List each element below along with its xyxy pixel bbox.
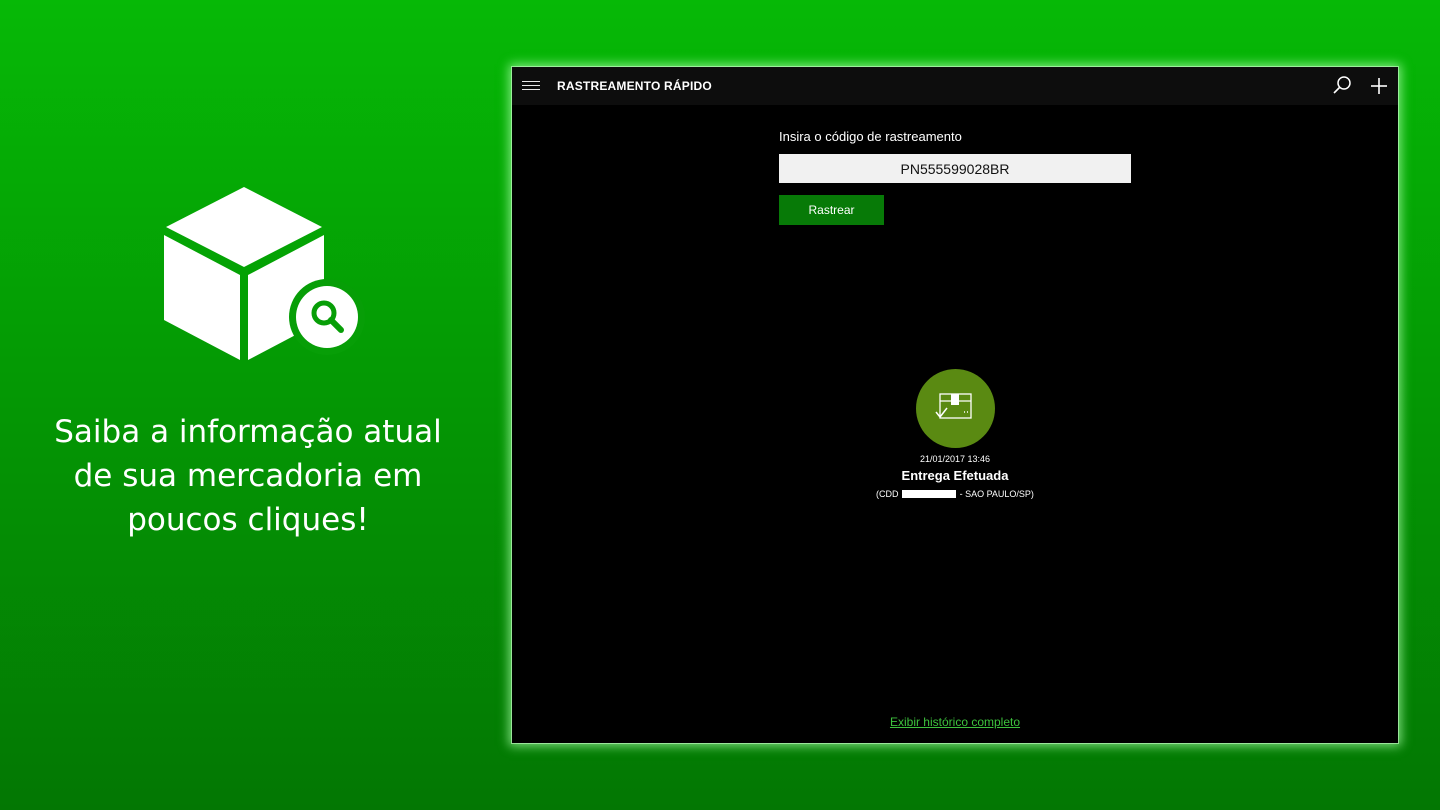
hamburger-menu-icon[interactable]: [522, 78, 540, 94]
status-circle: [916, 369, 995, 448]
tracking-code-input[interactable]: [779, 154, 1131, 183]
location-prefix: (CDD: [876, 489, 899, 499]
package-delivered-icon: [935, 393, 972, 419]
app-window: RASTREAMENTO RÁPIDO Insira o código de r…: [511, 66, 1399, 744]
package-search-icon: [160, 185, 370, 365]
tracking-code-label: Insira o código de rastreamento: [779, 129, 962, 144]
location-suffix: - SAO PAULO/SP): [959, 489, 1034, 499]
full-history-link[interactable]: Exibir histórico completo: [855, 715, 1055, 729]
plus-icon[interactable]: [1368, 75, 1390, 97]
title-bar: RASTREAMENTO RÁPIDO: [512, 67, 1398, 105]
promo-headline: Saiba a informação atual de sua mercador…: [54, 414, 442, 538]
status-location: (CDD - SAO PAULO/SP): [855, 489, 1055, 499]
app-title: RASTREAMENTO RÁPIDO: [557, 79, 712, 93]
status-title: Entrega Efetuada: [901, 468, 1009, 483]
redacted-block: [902, 490, 957, 498]
search-icon[interactable]: [1331, 75, 1353, 97]
status-datetime: 21/01/2017 13:46: [919, 454, 991, 464]
track-button[interactable]: Rastrear: [779, 195, 884, 225]
